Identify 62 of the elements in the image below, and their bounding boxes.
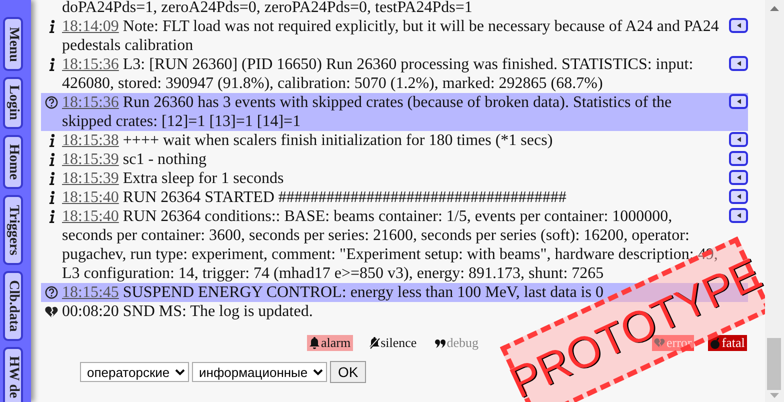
left-arrow-icon	[736, 61, 740, 66]
level-filter[interactable]: silence	[366, 335, 419, 351]
sidebar-tab[interactable]: Clb.data	[3, 271, 23, 341]
expand-button[interactable]	[729, 56, 748, 71]
sidebar-tab[interactable]: Triggers	[3, 195, 23, 265]
info-icon	[48, 191, 54, 204]
scrollbar[interactable]	[765, 0, 784, 402]
log-message: 18:15:39 sc1 - nothing	[62, 150, 208, 169]
time-link[interactable]: 18:15:36	[62, 56, 119, 73]
type-select[interactable]: информационные	[192, 362, 327, 382]
bell-icon	[309, 337, 320, 349]
expand-button[interactable]	[729, 208, 748, 223]
time-link[interactable]: 18:14:09	[62, 18, 119, 35]
log-message: 18:15:36 Run 26360 has 3 events with skipped crates (because of broken data). Statistics of the skipped crates: [12]=1 [13]=1 [14]=1	[62, 93, 673, 131]
question-icon	[45, 96, 58, 109]
info-icon	[48, 134, 54, 147]
ok-button[interactable]: OK	[330, 361, 366, 383]
left-arrow-icon	[736, 23, 740, 28]
expand-button[interactable]	[729, 170, 748, 185]
log-message: 18:15:38 ++++ wait when scalers finish initialization for 180 times (*1 secs)	[62, 131, 554, 150]
left-arrow-icon	[736, 137, 740, 142]
time-link[interactable]: 18:15:39	[62, 170, 119, 187]
scroll-thumb[interactable]	[767, 338, 781, 390]
quote-icon	[434, 338, 446, 348]
time-link[interactable]: 18:15:39	[62, 151, 119, 168]
log-message: 18:14:09 Note: FLT load was not required explicitly, but it will be necessary because of A24 and PA24 pedestals calibration	[62, 17, 720, 55]
left-arrow-icon	[736, 213, 740, 218]
question-icon	[45, 286, 58, 299]
expand-button[interactable]	[729, 94, 748, 109]
time-link[interactable]: 18:15:40	[62, 189, 119, 206]
bomb-icon	[710, 337, 721, 349]
sidebar-tab[interactable]: HW de	[3, 347, 23, 402]
log-message: 18:15:36 L3: [RUN 26360] (PID 16650) Run 26360 processing was finished. STATISTICS: input: 426080, stored: 390947 (91.8%), calibration: 5070 (1.2%), marked: 292865 (68.7%)	[62, 55, 694, 93]
log-message: 18:15:40 RUN 26364 STARTED ####################################	[62, 188, 568, 207]
log-message: 18:15:39 Extra sleep for 1 seconds	[62, 169, 285, 188]
info-icon	[48, 172, 54, 185]
sidebar-tab[interactable]: Home	[3, 135, 23, 189]
left-arrow-icon	[736, 194, 740, 199]
expand-button[interactable]	[729, 189, 748, 204]
left-arrow-icon	[736, 99, 740, 104]
muted-bell-icon	[368, 337, 380, 349]
expand-button[interactable]	[729, 18, 748, 33]
info-icon	[48, 210, 54, 223]
group-select[interactable]: операторские	[80, 362, 189, 382]
time-link[interactable]: 18:15:36	[62, 94, 119, 111]
broken-heart-icon	[45, 306, 58, 318]
expand-button[interactable]	[729, 132, 748, 147]
log-message: doPA24Pds=1, zeroA24Pds=0, zeroPA24Pds=0, testPA24Pds=1	[62, 0, 474, 17]
info-icon	[48, 20, 54, 33]
left-arrow-icon	[736, 156, 740, 161]
level-filter[interactable]: alarm	[307, 335, 353, 351]
left-arrow-icon	[736, 175, 740, 180]
time-link[interactable]: 18:15:38	[62, 132, 119, 149]
broken-heart-icon	[654, 338, 666, 348]
time-link[interactable]: 18:15:45	[62, 284, 119, 301]
time-link[interactable]: 18:15:40	[62, 208, 119, 225]
info-icon	[48, 58, 54, 71]
info-icon	[48, 153, 54, 166]
sidebar-tab[interactable]: Menu	[3, 17, 23, 71]
expand-button[interactable]	[729, 151, 748, 166]
scroll-up-icon[interactable]	[770, 6, 779, 11]
sidebar-tab[interactable]: Login	[3, 77, 23, 129]
